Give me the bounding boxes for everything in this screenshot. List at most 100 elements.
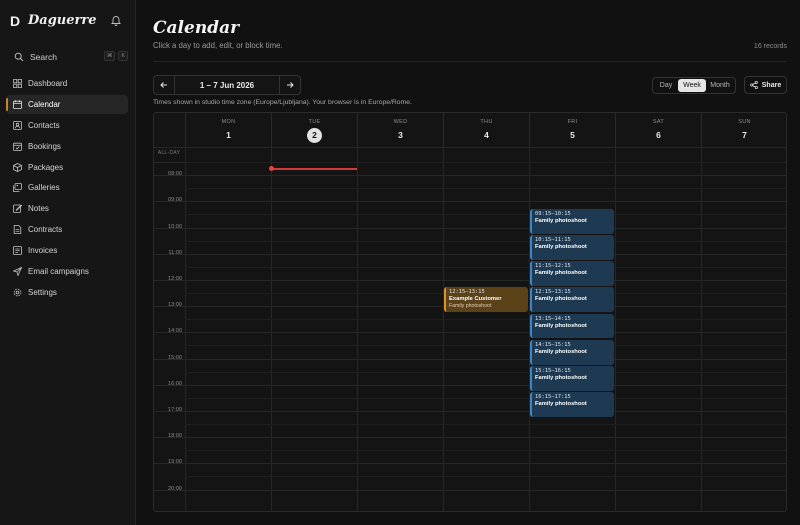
calendar-event[interactable]: 15:15–16:15 Family photoshoot xyxy=(530,366,614,391)
sidebar-item-calendar[interactable]: Calendar xyxy=(6,94,128,114)
half-hour-line xyxy=(185,319,786,321)
hour-line xyxy=(154,279,786,281)
hour-label: 10:00 xyxy=(168,223,182,230)
day-column-divider xyxy=(185,113,186,511)
day-name: FRI xyxy=(567,119,578,125)
event-title: Family photoshoot xyxy=(535,270,587,277)
page-title: Calendar xyxy=(153,18,240,38)
sidebar-item-label: Settings xyxy=(28,287,57,297)
sidebar-item-contacts[interactable]: Contacts xyxy=(6,116,128,135)
day-column-divider xyxy=(701,113,702,511)
hour-label: 12:00 xyxy=(168,275,182,282)
calendar-event[interactable]: 10:15–11:15 Family photoshoot xyxy=(530,235,614,260)
current-time-line xyxy=(271,167,357,170)
day-column-divider xyxy=(443,113,444,511)
day-header-tue[interactable]: TUE 2 xyxy=(271,113,357,147)
event-time: 12:15–13:15 xyxy=(449,289,485,296)
event-time: 10:15–11:15 xyxy=(535,237,571,244)
hour-line xyxy=(154,437,786,439)
search-label: Search xyxy=(30,52,57,62)
app-name: Daguerre xyxy=(28,13,97,28)
current-time-dot xyxy=(269,166,274,172)
hour-label: 11:00 xyxy=(168,249,182,256)
day-view-button[interactable]: Day xyxy=(654,79,678,92)
share-button[interactable]: Share xyxy=(744,76,787,94)
hour-label: 14:00 xyxy=(168,328,182,335)
previous-week-button[interactable] xyxy=(154,76,174,94)
share-icon xyxy=(749,81,758,89)
event-time: 09:15–10:15 xyxy=(535,210,571,217)
day-column-divider xyxy=(271,113,272,511)
day-header-mon[interactable]: MON 1 xyxy=(185,113,271,147)
calendar-event[interactable]: 16:15–17:15 Family photoshoot xyxy=(530,392,614,417)
day-number: 6 xyxy=(656,130,661,140)
half-hour-line xyxy=(185,371,786,373)
day-header-sun[interactable]: SUN 7 xyxy=(701,113,786,147)
calendar-event[interactable]: 13:15–14:15 Family photoshoot xyxy=(530,313,614,339)
day-name: TUE xyxy=(308,119,321,125)
sidebar-item-contracts[interactable]: Contracts xyxy=(6,220,128,239)
event-title: Family photoshoot xyxy=(535,217,587,224)
sidebar-item-packages[interactable]: Packages xyxy=(6,158,128,177)
sidebar-item-settings[interactable]: Settings xyxy=(6,283,128,302)
calendar-event[interactable]: 11:15–12:15 Family photoshoot xyxy=(530,261,614,286)
sidebar-item-label: Invoices xyxy=(28,246,58,256)
next-week-button[interactable] xyxy=(280,76,300,94)
header-divider xyxy=(153,61,787,62)
sidebar-item-label: Bookings xyxy=(28,141,61,151)
sidebar-item-notes[interactable]: Notes xyxy=(6,199,128,218)
sidebar-item-label: Notes xyxy=(28,204,49,214)
day-number: 7 xyxy=(742,130,747,140)
sidebar-item-dashboard[interactable]: Dashboard xyxy=(6,74,128,93)
calendar-event[interactable]: 14:15–15:15 Family photoshoot xyxy=(530,339,614,365)
day-name: MON xyxy=(221,119,236,125)
day-header-sat[interactable]: SAT 6 xyxy=(615,113,701,147)
hour-label: 19:00 xyxy=(168,459,182,466)
half-hour-line xyxy=(185,266,786,268)
sidebar-item-invoices[interactable]: Invoices xyxy=(6,241,128,260)
bookings-icon xyxy=(13,142,22,151)
sidebar-item-label: Contracts xyxy=(28,225,63,235)
share-label: Share xyxy=(761,81,782,89)
arrow-left-icon xyxy=(160,82,167,88)
half-hour-line xyxy=(185,162,786,163)
event-title: Example Customer xyxy=(449,296,502,303)
day-header-wed[interactable]: WED 3 xyxy=(357,113,443,147)
sidebar-item-email-campaigns[interactable]: Email campaigns xyxy=(6,262,128,281)
day-name: SUN xyxy=(738,119,751,125)
bell-icon[interactable] xyxy=(110,14,122,26)
hour-line xyxy=(154,175,786,177)
day-header-thu[interactable]: THU 4 xyxy=(443,113,529,147)
hour-line xyxy=(154,410,786,412)
day-column-divider xyxy=(529,113,530,511)
hour-line xyxy=(154,253,786,255)
event-time: 13:15–14:15 xyxy=(535,315,571,322)
day-name: WED xyxy=(393,119,408,125)
page-subtitle: Click a day to add, edit, or block time. xyxy=(153,41,283,50)
day-number: 5 xyxy=(570,130,575,140)
calendar-event[interactable]: 09:15–10:15 Family photoshoot xyxy=(530,208,614,234)
month-view-button[interactable]: Month xyxy=(706,79,734,92)
sidebar-item-label: Calendar xyxy=(28,99,61,109)
shortcut-key: ⌘ xyxy=(103,51,116,61)
sidebar-item-galleries[interactable]: Galleries xyxy=(6,178,128,197)
sidebar-item-bookings[interactable]: Bookings xyxy=(6,137,128,156)
calendar-event[interactable]: 12:15–13:15 Example Customer Family photos… xyxy=(444,287,528,313)
event-title: Family photoshoot xyxy=(535,401,587,408)
timezone-note: Times shown in studio time zone (Europe/… xyxy=(153,99,412,106)
gear-icon xyxy=(13,288,22,297)
hour-line xyxy=(154,463,786,465)
day-header-fri[interactable]: FRI 5 xyxy=(529,113,615,147)
week-view-button[interactable]: Week xyxy=(678,79,706,92)
half-hour-line xyxy=(185,188,786,190)
half-hour-line xyxy=(185,214,786,216)
half-hour-line xyxy=(185,397,786,399)
search-button[interactable]: Search ⌘ K xyxy=(8,49,128,65)
hour-line xyxy=(154,332,786,334)
half-hour-line xyxy=(185,424,786,425)
calendar-event[interactable]: 12:15–13:15 Family photoshoot xyxy=(530,287,614,313)
contacts-icon xyxy=(13,120,22,130)
hour-label: 09:00 xyxy=(168,197,182,204)
brand[interactable]: D Daguerre xyxy=(10,13,96,28)
hour-line xyxy=(154,201,786,203)
